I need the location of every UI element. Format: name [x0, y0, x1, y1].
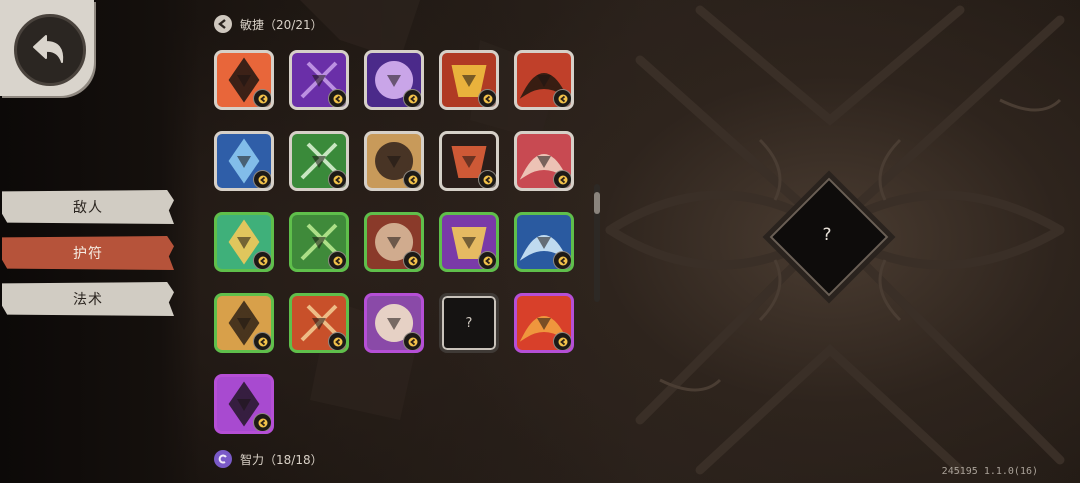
detail-unknown-label: ?	[822, 225, 832, 245]
tab-label: 护符	[73, 246, 103, 262]
agility-icon	[214, 15, 232, 33]
charm-slot[interactable]	[439, 212, 499, 272]
agility-badge-icon	[253, 413, 271, 431]
agility-badge-icon	[478, 251, 496, 269]
agility-badge-icon	[553, 170, 571, 188]
charm-slot[interactable]	[214, 374, 274, 434]
agility-badge-icon	[553, 89, 571, 107]
charm-slot[interactable]	[289, 293, 349, 353]
section-title: 智力（18/18）	[240, 452, 323, 467]
agility-badge-icon	[553, 251, 571, 269]
charm-grid: ?	[214, 50, 594, 450]
agility-badge-icon	[553, 332, 571, 350]
agility-badge-icon	[253, 251, 271, 269]
charm-slot[interactable]	[214, 212, 274, 272]
tab-label: 敌人	[73, 200, 103, 216]
charm-detail-slot[interactable]: ?	[769, 177, 889, 297]
tab-spells[interactable]: 法术	[2, 282, 174, 316]
intelligence-icon	[214, 450, 232, 468]
charm-slot[interactable]	[214, 50, 274, 110]
charm-slot[interactable]	[514, 131, 574, 191]
charm-slot[interactable]	[364, 212, 424, 272]
scrollbar[interactable]	[594, 184, 600, 302]
scrollbar-thumb[interactable]	[594, 192, 600, 214]
tab-enemies[interactable]: 敌人	[2, 190, 174, 224]
version-text: 245195 1.1.0(16)	[941, 466, 1038, 477]
agility-badge-icon	[328, 89, 346, 107]
section-header-agility: 敏捷（20/21）	[214, 15, 323, 33]
charm-slot[interactable]	[514, 50, 574, 110]
section-header-intelligence: 智力（18/18）	[214, 450, 323, 468]
agility-badge-icon	[328, 170, 346, 188]
charm-slot[interactable]	[514, 293, 574, 353]
charm-slot[interactable]	[439, 131, 499, 191]
charm-slot[interactable]	[289, 212, 349, 272]
agility-badge-icon	[328, 251, 346, 269]
agility-badge-icon	[253, 170, 271, 188]
charm-slot[interactable]	[364, 50, 424, 110]
tab-charms[interactable]: 护符	[2, 236, 174, 270]
charm-slot[interactable]	[364, 131, 424, 191]
charm-slot[interactable]	[439, 50, 499, 110]
agility-badge-icon	[403, 332, 421, 350]
agility-badge-icon	[253, 332, 271, 350]
agility-badge-icon	[328, 332, 346, 350]
agility-badge-icon	[403, 89, 421, 107]
back-arrow-icon	[14, 14, 86, 86]
charm-slot[interactable]	[214, 131, 274, 191]
charm-slot[interactable]	[214, 293, 274, 353]
agility-badge-icon	[478, 89, 496, 107]
agility-badge-icon	[403, 251, 421, 269]
charm-slot[interactable]	[289, 50, 349, 110]
agility-badge-icon	[403, 170, 421, 188]
charm-slot[interactable]	[289, 131, 349, 191]
back-button[interactable]	[0, 0, 94, 96]
charm-slot[interactable]: ?	[439, 293, 499, 353]
tab-label: 法术	[73, 292, 103, 308]
agility-badge-icon	[478, 170, 496, 188]
agility-badge-icon	[253, 89, 271, 107]
charm-slot[interactable]	[364, 293, 424, 353]
section-title: 敏捷（20/21）	[240, 17, 323, 32]
unknown-charm-label: ?	[465, 315, 473, 331]
charm-slot[interactable]	[514, 212, 574, 272]
